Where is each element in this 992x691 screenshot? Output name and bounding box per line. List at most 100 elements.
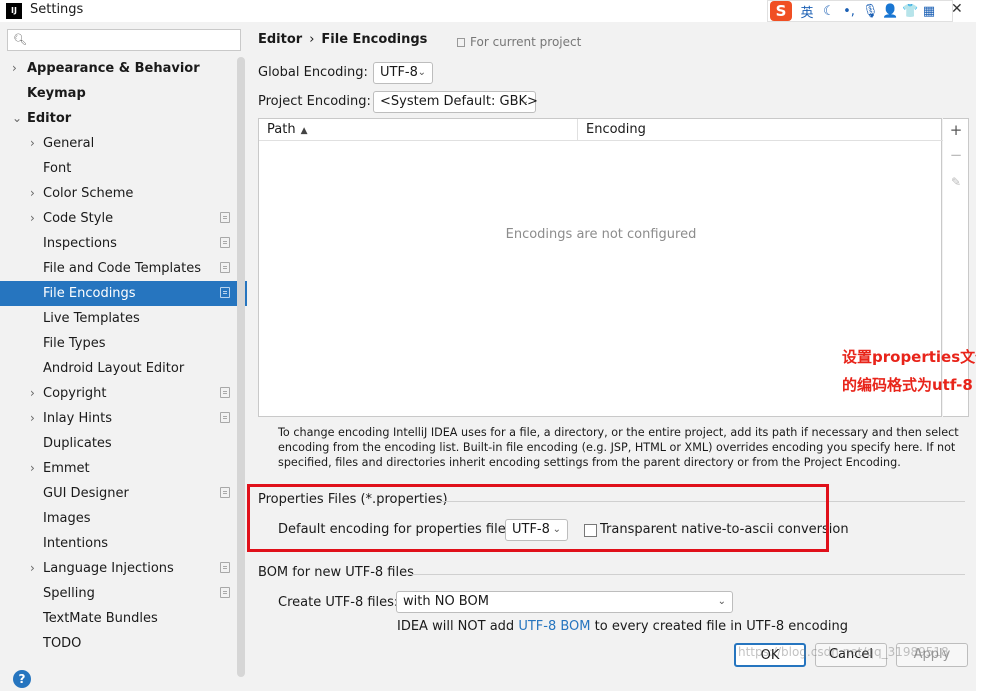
sidebar-item-file-encodings[interactable]: File Encodings <box>0 281 247 306</box>
sidebar-item-gui-designer[interactable]: GUI Designer <box>0 481 247 506</box>
sidebar-item-editor[interactable]: ⌄ Editor <box>0 106 247 131</box>
project-scope-icon <box>220 562 230 573</box>
utf8-bom-link[interactable]: UTF-8 BOM <box>518 619 590 634</box>
user-icon[interactable]: 👤 <box>882 4 898 19</box>
project-scope-icon <box>220 387 230 398</box>
sidebar-item-textmate-bundles[interactable]: TextMate Bundles <box>0 606 247 631</box>
chevron-right-icon[interactable]: › <box>30 556 35 581</box>
sidebar-item-todo[interactable]: TODO <box>0 631 247 656</box>
chevron-down-icon[interactable]: ⌄ <box>12 106 22 131</box>
intellij-logo-icon: IJ <box>6 3 22 19</box>
sidebar-item-label: Images <box>43 511 91 526</box>
search-input[interactable]: 🔍︎ <box>7 29 241 51</box>
punctuation-icon[interactable]: •, <box>842 4 856 19</box>
grid-icon[interactable]: ▦ <box>922 4 936 19</box>
sidebar-item-label: Color Scheme <box>43 186 134 201</box>
project-encoding-label: Project Encoding: <box>258 94 371 109</box>
sidebar-item-file-types[interactable]: File Types <box>0 331 247 356</box>
sidebar-item-emmet[interactable]: › Emmet <box>0 456 247 481</box>
sidebar-item-copyright[interactable]: › Copyright <box>0 381 247 406</box>
sidebar-item-language-injections[interactable]: › Language Injections <box>0 556 247 581</box>
add-icon[interactable]: + <box>948 122 964 138</box>
project-encoding-select[interactable]: <System Default: GBK> ⌄ <box>373 91 538 113</box>
moon-icon[interactable]: ☾ <box>822 4 836 19</box>
sidebar-item-label: File Encodings <box>43 286 136 301</box>
close-icon[interactable]: ✕ <box>951 1 963 17</box>
sidebar-item-label: GUI Designer <box>43 486 129 501</box>
sidebar-item-inlay-hints[interactable]: › Inlay Hints <box>0 406 247 431</box>
project-scope-icon <box>220 287 230 298</box>
sidebar-item-images[interactable]: Images <box>0 506 247 531</box>
window-title: Settings <box>30 2 84 17</box>
sidebar-item-android-layout-editor[interactable]: Android Layout Editor <box>0 356 247 381</box>
sidebar-item-label: Code Style <box>43 211 114 226</box>
sidebar-item-label: Intentions <box>43 536 109 551</box>
sidebar-item-label: Copyright <box>43 386 107 401</box>
chevron-right-icon[interactable]: › <box>30 131 35 156</box>
sidebar-item-font[interactable]: Font <box>0 156 247 181</box>
project-scope-icon <box>220 487 230 498</box>
sidebar-item-label: Inspections <box>43 236 117 251</box>
sidebar-scrollbar[interactable] <box>237 57 245 677</box>
scope-hint: For current project <box>457 35 581 49</box>
ime-language-toggle[interactable]: 英 <box>798 2 816 21</box>
bom-info: IDEA will NOT add UTF-8 BOM to every cre… <box>397 619 848 634</box>
sidebar-item-file-and-code-templates[interactable]: File and Code Templates <box>0 256 247 281</box>
sidebar-item-live-templates[interactable]: Live Templates <box>0 306 247 331</box>
sidebar-item-label: Inlay Hints <box>43 411 112 426</box>
sidebar-item-inspections[interactable]: Inspections <box>0 231 247 256</box>
highlight-box <box>247 484 829 552</box>
help-icon[interactable]: ? <box>13 670 31 688</box>
project-scope-icon <box>220 262 230 273</box>
breadcrumb-separator: › <box>309 32 315 47</box>
sidebar-item-label: Keymap <box>27 86 86 101</box>
sidebar-item-intentions[interactable]: Intentions <box>0 531 247 556</box>
bom-select[interactable]: with NO BOM ⌄ <box>396 591 733 613</box>
sort-ascending-icon: ▲ <box>300 126 308 136</box>
project-scope-icon <box>220 237 230 248</box>
chevron-right-icon[interactable]: › <box>30 381 35 406</box>
bom-section-title: BOM for new UTF-8 files <box>258 565 414 580</box>
chevron-right-icon[interactable]: › <box>12 56 17 81</box>
sidebar-item-duplicates[interactable]: Duplicates <box>0 431 247 456</box>
chevron-right-icon[interactable]: › <box>30 181 35 206</box>
column-header-path[interactable]: Path ▲ <box>259 119 578 141</box>
chevron-down-icon: ⌄ <box>520 96 529 107</box>
sidebar-item-appearance-behavior[interactable]: › Appearance & Behavior <box>0 56 247 81</box>
chevron-right-icon[interactable]: › <box>30 206 35 231</box>
annotation-line-1: 设置properties文件 <box>842 348 991 366</box>
project-encoding-value: <System Default: GBK> <box>380 94 538 109</box>
sidebar-item-keymap[interactable]: Keymap <box>0 81 247 106</box>
sidebar-item-code-style[interactable]: › Code Style <box>0 206 247 231</box>
edit-icon[interactable]: ✎ <box>948 174 964 190</box>
search-icon: 🔍︎ <box>13 33 27 46</box>
sidebar-item-label: Editor <box>27 111 72 126</box>
sidebar-item-label: Live Templates <box>43 311 140 326</box>
encodings-table[interactable]: Path ▲ Encoding Encodings are not configu… <box>258 118 943 417</box>
ime-toolbar: S 英 ☾ •, 🎙 👤 👕 ▦ <box>767 0 953 22</box>
window-edge <box>976 22 992 691</box>
sidebar-item-spelling[interactable]: Spelling <box>0 581 247 606</box>
sidebar-item-label: Language Injections <box>43 561 174 576</box>
project-scope-icon <box>220 587 230 598</box>
project-scope-icon <box>220 212 230 223</box>
project-scope-icon <box>457 38 465 47</box>
column-header-encoding[interactable]: Encoding <box>578 119 943 141</box>
sidebar-item-label: File Types <box>43 336 106 351</box>
sogou-logo-icon[interactable]: S <box>770 1 792 21</box>
settings-tree: › Appearance & Behavior Keymap ⌄ Editor › Gene… <box>0 56 247 656</box>
global-encoding-select[interactable]: UTF-8 ⌄ <box>373 62 433 84</box>
shirt-icon[interactable]: 👕 <box>902 4 918 19</box>
sidebar-item-color-scheme[interactable]: › Color Scheme <box>0 181 247 206</box>
scope-label: For current project <box>470 35 582 49</box>
sidebar-item-label: Android Layout Editor <box>43 361 185 376</box>
annotation-text: 设置properties文件 的编码格式为utf-8 <box>842 343 990 399</box>
chevron-right-icon[interactable]: › <box>30 456 35 481</box>
chevron-right-icon[interactable]: › <box>30 406 35 431</box>
empty-table-message: Encodings are not configured <box>505 227 697 242</box>
remove-icon[interactable]: − <box>948 147 964 163</box>
sidebar-item-general[interactable]: › General <box>0 131 247 156</box>
sidebar-item-label: TextMate Bundles <box>43 611 158 626</box>
global-encoding-value: UTF-8 <box>380 65 418 80</box>
microphone-icon[interactable]: 🎙 <box>862 4 879 19</box>
